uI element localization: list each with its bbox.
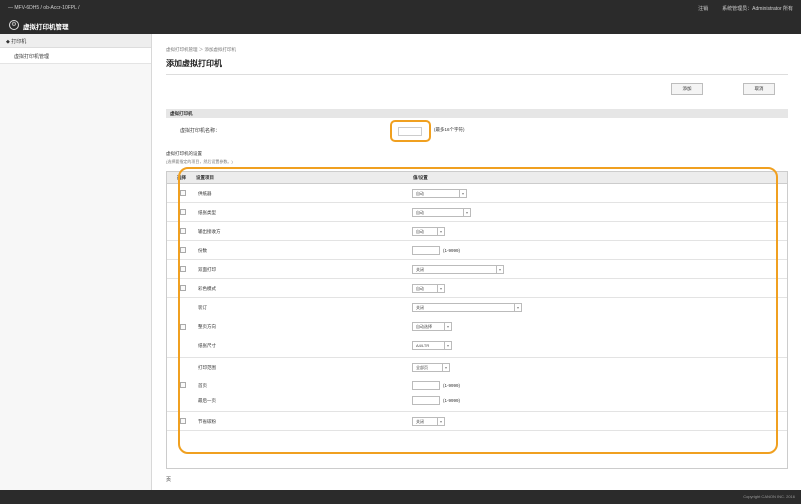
table-header: 选择 设置项目 值/设置	[167, 172, 787, 184]
chevron-down-icon: ▾	[437, 228, 444, 235]
item-label: 纸张尺寸	[198, 343, 216, 348]
item-label: 供纸器	[198, 191, 212, 196]
table-row: 纸张类型 自动 ▾	[167, 203, 787, 222]
settings-note: (选择要指定的项目，然后设置参数。)	[166, 159, 233, 164]
sidebar: ◆ 打印机 虚拟打印机管理	[0, 34, 152, 490]
table-row: 节省碳粉 关闭 ▾	[167, 412, 787, 431]
value-select[interactable]: 全部页 ▾	[412, 363, 450, 372]
value-select[interactable]: 自动 ▾	[412, 208, 471, 217]
value-select[interactable]: 自动 ▾	[412, 227, 445, 236]
user-label: 系统管理员：Administrator 所有	[722, 6, 793, 12]
copyright: Copyright CANON INC. 2016	[743, 494, 795, 499]
column-item-header: 设置项目	[196, 175, 214, 180]
value-select[interactable]: A4/LTR ▾	[412, 341, 452, 350]
row-checkbox[interactable]	[180, 285, 186, 291]
printer-name-hint: (最多16个字符)	[434, 127, 465, 132]
chevron-down-icon: ▾	[442, 364, 449, 371]
value-select[interactable]: 关闭 ▾	[412, 265, 504, 274]
breadcrumb[interactable]: 虚拟打印机管理 ＞ 添加虚拟打印机	[166, 47, 236, 53]
row-checkbox[interactable]	[180, 382, 186, 388]
row-checkbox[interactable]	[180, 418, 186, 424]
table-row: 双面打印 关闭 ▾	[167, 260, 787, 279]
section-header: 虚拟打印机	[166, 109, 788, 118]
table-row-group: 装订 关闭 ▾ 整页方向 自动选择 ▾ 纸张尺寸 A4/LTR ▾	[167, 298, 787, 358]
item-label: 首页	[198, 383, 207, 388]
table-row: 供纸器 自动 ▾	[167, 184, 787, 203]
table-row-group: 打印范围 全部页 ▾ 首页 (1-9999) 最后一页 (1-9999)	[167, 358, 787, 412]
range-hint: (1-9999)	[443, 248, 461, 253]
main-content: 虚拟打印机管理 ＞ 添加虚拟打印机 添加虚拟打印机 添加 取消 虚拟打印机 虚拟…	[152, 34, 801, 490]
settings-title: 虚拟打印机的设置	[166, 151, 202, 156]
item-label: 整页方向	[198, 324, 216, 329]
item-label: 输出接收方	[198, 229, 221, 234]
value-input[interactable]	[412, 246, 440, 255]
item-label: 装订	[198, 305, 207, 310]
item-label: 彩色模式	[198, 286, 216, 291]
table-row: 彩色模式 自动 ▾	[167, 279, 787, 298]
sidebar-back-link[interactable]: ◆ 打印机	[0, 34, 151, 48]
printer-name-input[interactable]	[398, 127, 422, 136]
cancel-button[interactable]: 取消	[743, 83, 775, 95]
footer-bar: Copyright CANON INC. 2016	[0, 490, 801, 504]
chevron-down-icon: ▾	[514, 304, 521, 311]
column-select-header: 选择	[177, 175, 186, 180]
chevron-down-icon: ▾	[437, 285, 444, 292]
footer-note: 页	[166, 477, 172, 483]
column-value-header: 值/设置	[413, 175, 428, 180]
item-label: 纸张类型	[198, 210, 216, 215]
item-label: 最后一页	[198, 398, 216, 403]
row-checkbox[interactable]	[180, 247, 186, 253]
item-label: 份数	[198, 248, 207, 253]
chevron-down-icon: ▾	[463, 209, 470, 216]
app-title: 虚拟打印机管理	[23, 24, 69, 31]
chevron-down-icon: ▾	[437, 418, 444, 425]
printer-name-highlight	[390, 120, 431, 142]
value-input[interactable]	[412, 396, 440, 405]
value-select[interactable]: 自动 ▾	[412, 189, 467, 198]
value-input[interactable]	[412, 381, 440, 390]
user-area: 注销 系统管理员：Administrator 所有	[698, 5, 793, 12]
item-label: 节省碳粉	[198, 419, 216, 424]
chevron-down-icon: ▾	[459, 190, 466, 197]
table-row: 份数 (1-9999)	[167, 241, 787, 260]
value-select[interactable]: 关闭 ▾	[412, 417, 445, 426]
chevron-down-icon: ▾	[496, 266, 503, 273]
chevron-down-icon: ▾	[444, 323, 451, 330]
logout-link[interactable]: 注销	[698, 5, 708, 12]
chevron-down-icon: ▾	[444, 342, 451, 349]
row-checkbox[interactable]	[180, 228, 186, 234]
sidebar-item-virtual-printer-management[interactable]: 虚拟打印机管理	[0, 48, 151, 64]
row-checkbox[interactable]	[180, 324, 186, 330]
printer-name-label: 虚拟打印机名称：	[180, 128, 221, 134]
add-button[interactable]: 添加	[671, 83, 703, 95]
row-checkbox[interactable]	[180, 190, 186, 196]
settings-table: 选择 设置项目 值/设置 供纸器 自动 ▾ 纸张类型 自动 ▾ 输出接收方 自动 ▾ …	[166, 167, 788, 469]
item-label: 双面打印	[198, 267, 216, 272]
row-checkbox[interactable]	[180, 209, 186, 215]
table-row: 输出接收方 自动 ▾	[167, 222, 787, 241]
value-select[interactable]: 自动 ▾	[412, 284, 445, 293]
value-select[interactable]: 自动选择 ▾	[412, 322, 452, 331]
divider	[166, 74, 788, 75]
page-title: 添加虚拟打印机	[166, 59, 222, 68]
range-hint: (1-9999)	[443, 398, 461, 403]
value-select[interactable]: 关闭 ▾	[412, 303, 522, 312]
top-bar: — MFV-6DH5 / ob-Accr-10FPL / 注销 系统管理员：Ad…	[0, 0, 801, 34]
range-hint: (1-9999)	[443, 383, 461, 388]
item-label: 打印范围	[198, 365, 216, 370]
device-breadcrumb: — MFV-6DH5 / ob-Accr-10FPL /	[8, 5, 80, 11]
gear-logo-icon: ⚙	[9, 20, 19, 30]
row-checkbox[interactable]	[180, 266, 186, 272]
